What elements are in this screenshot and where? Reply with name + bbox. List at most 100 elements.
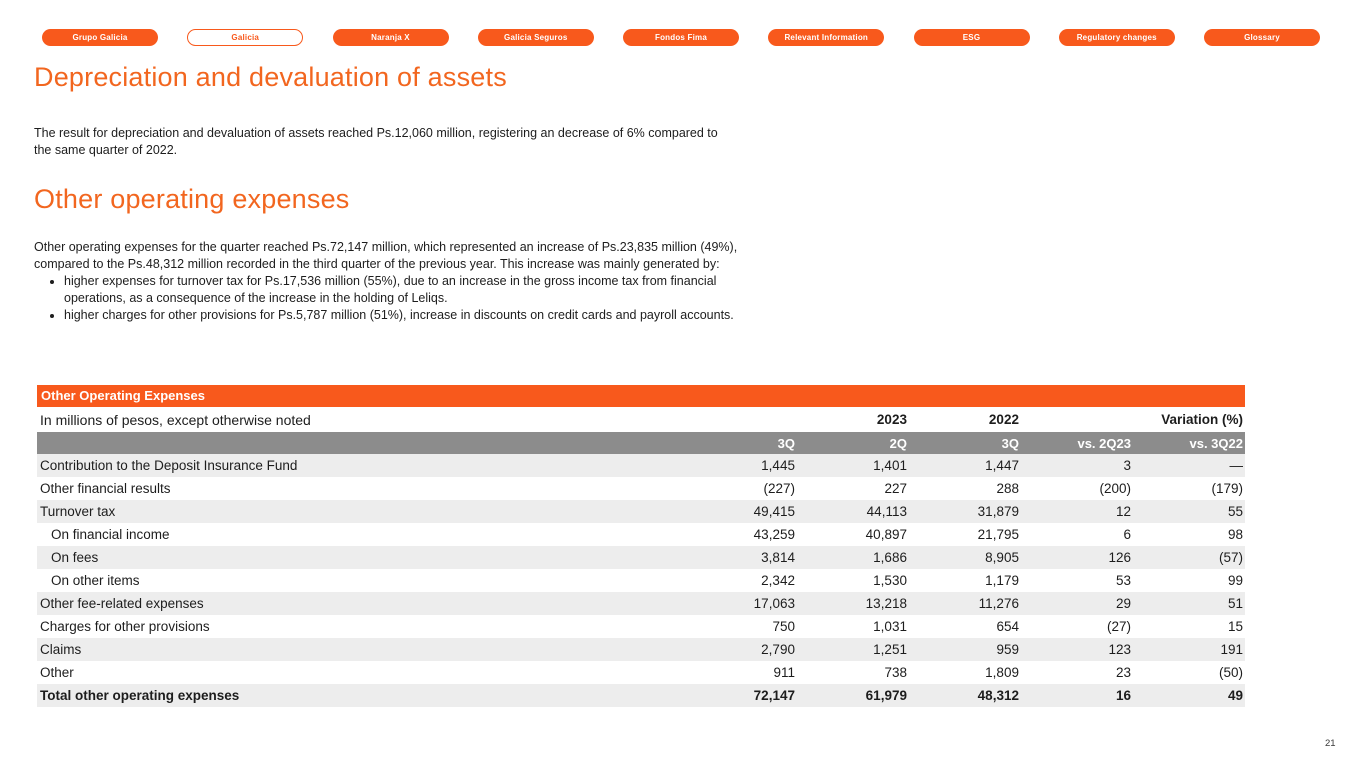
table-row: Other 911 738 1,809 23 (50) xyxy=(37,661,1245,684)
table-total-row: Total other operating expenses 72,147 61… xyxy=(37,684,1245,707)
cell-value: 3,814 xyxy=(685,546,797,569)
col-header-2q: 2Q xyxy=(797,432,909,454)
table-row: Contribution to the Deposit Insurance Fu… xyxy=(37,454,1245,477)
data-table: Other Operating Expenses In millions of … xyxy=(37,385,1245,707)
cell-value: 99 xyxy=(1133,569,1245,592)
table-row: Charges for other provisions 750 1,031 6… xyxy=(37,615,1245,638)
cell-value: 750 xyxy=(685,615,797,638)
cell-value: 1,809 xyxy=(909,661,1021,684)
cell-value: 1,445 xyxy=(685,454,797,477)
cell-value: (200) xyxy=(1021,477,1133,500)
cell-value: 8,905 xyxy=(909,546,1021,569)
cell-value: 15 xyxy=(1133,615,1245,638)
row-label: Contribution to the Deposit Insurance Fu… xyxy=(37,454,685,477)
nav-pill-naranja-x[interactable]: Naranja X xyxy=(333,29,449,46)
cell-value: 3 xyxy=(1021,454,1133,477)
table-row: On financial income 43,259 40,897 21,795… xyxy=(37,523,1245,546)
cell-value: 6 xyxy=(1021,523,1133,546)
cell-value: 49 xyxy=(1133,684,1245,707)
cell-value: 44,113 xyxy=(797,500,909,523)
nav-pill-regulatory-changes[interactable]: Regulatory changes xyxy=(1059,29,1175,46)
cell-value: 1,401 xyxy=(797,454,909,477)
cell-value: (179) xyxy=(1133,477,1245,500)
table-group-header-row: In millions of pesos, except otherwise n… xyxy=(37,407,1245,432)
table-column-header-row: 3Q 2Q 3Q vs. 2Q23 vs. 3Q22 xyxy=(37,432,1245,454)
empty-cell xyxy=(685,407,797,432)
cell-value: 53 xyxy=(1021,569,1133,592)
cell-value: 43,259 xyxy=(685,523,797,546)
table-row: Other financial results (227) 227 288 (2… xyxy=(37,477,1245,500)
cell-value: 61,979 xyxy=(797,684,909,707)
col-header-3q-2022: 3Q xyxy=(909,432,1021,454)
cell-value: 227 xyxy=(797,477,909,500)
empty-cell xyxy=(37,432,685,454)
cell-value: 31,879 xyxy=(909,500,1021,523)
other-expenses-bullet-list: higher expenses for turnover tax for Ps.… xyxy=(34,273,746,324)
table-title-row: Other Operating Expenses xyxy=(37,385,1245,407)
empty-cell xyxy=(1021,407,1133,432)
other-expenses-paragraph: Other operating expenses for the quarter… xyxy=(34,239,746,273)
table-title: Other Operating Expenses xyxy=(37,385,1245,407)
cell-value: 654 xyxy=(909,615,1021,638)
year-header-2023: 2023 xyxy=(797,407,909,432)
cell-value: 55 xyxy=(1133,500,1245,523)
nav-pill-glossary[interactable]: Glossary xyxy=(1204,29,1320,46)
nav-pill-grupo-galicia[interactable]: Grupo Galicia xyxy=(42,29,158,46)
cell-value: 51 xyxy=(1133,592,1245,615)
row-label: Turnover tax xyxy=(37,500,685,523)
cell-value: (27) xyxy=(1021,615,1133,638)
table-row: Other fee-related expenses 17,063 13,218… xyxy=(37,592,1245,615)
other-operating-expenses-table: Other Operating Expenses In millions of … xyxy=(37,385,1245,707)
cell-value: 48,312 xyxy=(909,684,1021,707)
cell-value: 1,686 xyxy=(797,546,909,569)
row-label: Charges for other provisions xyxy=(37,615,685,638)
table-row: On fees 3,814 1,686 8,905 126 (57) xyxy=(37,546,1245,569)
table-row: Claims 2,790 1,251 959 123 191 xyxy=(37,638,1245,661)
section-body-depreciation: The result for depreciation and devaluat… xyxy=(34,125,734,159)
cell-value: (57) xyxy=(1133,546,1245,569)
row-label: Other fee-related expenses xyxy=(37,592,685,615)
nav-pill-galicia-seguros[interactable]: Galicia Seguros xyxy=(478,29,594,46)
cell-value: 21,795 xyxy=(909,523,1021,546)
section-body-other-expenses: Other operating expenses for the quarter… xyxy=(34,239,746,324)
cell-value: 123 xyxy=(1021,638,1133,661)
row-label: Other xyxy=(37,661,685,684)
nav-pill-esg[interactable]: ESG xyxy=(914,29,1030,46)
nav-pill-relevant-information[interactable]: Relevant Information xyxy=(768,29,884,46)
report-page: { "nav": { "items": [ {"label": "Grupo G… xyxy=(0,0,1365,768)
top-nav: Grupo Galicia Galicia Naranja X Galicia … xyxy=(42,29,1320,46)
page-number: 21 xyxy=(1325,738,1336,749)
cell-value: 1,447 xyxy=(909,454,1021,477)
cell-value: 49,415 xyxy=(685,500,797,523)
cell-value: 23 xyxy=(1021,661,1133,684)
cell-value: 98 xyxy=(1133,523,1245,546)
cell-value: 11,276 xyxy=(909,592,1021,615)
row-label: Claims xyxy=(37,638,685,661)
section-title-other-expenses: Other operating expenses xyxy=(34,184,350,215)
cell-value: 72,147 xyxy=(685,684,797,707)
cell-value: 40,897 xyxy=(797,523,909,546)
cell-value: (50) xyxy=(1133,661,1245,684)
cell-value: 126 xyxy=(1021,546,1133,569)
col-header-3q: 3Q xyxy=(685,432,797,454)
cell-value: 13,218 xyxy=(797,592,909,615)
table-row: Turnover tax 49,415 44,113 31,879 12 55 xyxy=(37,500,1245,523)
year-header-2022: 2022 xyxy=(909,407,1021,432)
table-subtitle: In millions of pesos, except otherwise n… xyxy=(37,407,685,432)
cell-value: 2,342 xyxy=(685,569,797,592)
cell-value: 1,179 xyxy=(909,569,1021,592)
cell-value: 1,530 xyxy=(797,569,909,592)
variation-header: Variation (%) xyxy=(1133,407,1245,432)
bullet-item: higher charges for other provisions for … xyxy=(64,307,746,324)
cell-value: 29 xyxy=(1021,592,1133,615)
row-label: Other financial results xyxy=(37,477,685,500)
col-header-vs-2q23: vs. 2Q23 xyxy=(1021,432,1133,454)
nav-pill-galicia[interactable]: Galicia xyxy=(187,29,303,46)
cell-value: 2,790 xyxy=(685,638,797,661)
cell-value: 959 xyxy=(909,638,1021,661)
col-header-vs-3q22: vs. 3Q22 xyxy=(1133,432,1245,454)
cell-value: 1,031 xyxy=(797,615,909,638)
bullet-item: higher expenses for turnover tax for Ps.… xyxy=(64,273,746,307)
cell-value: 16 xyxy=(1021,684,1133,707)
nav-pill-fondos-fima[interactable]: Fondos Fima xyxy=(623,29,739,46)
